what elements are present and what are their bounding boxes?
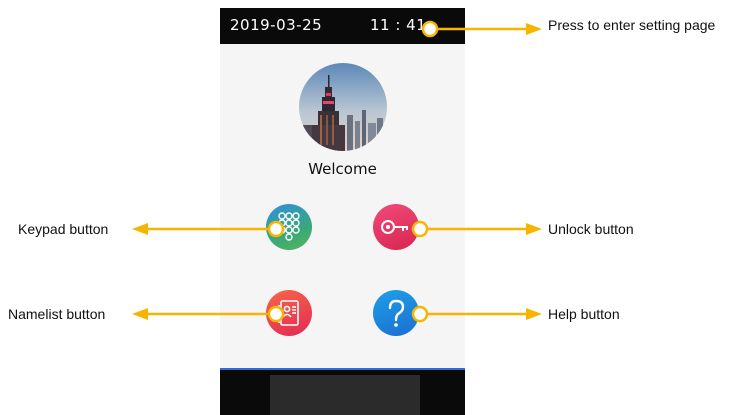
help-marker-dot <box>411 305 429 323</box>
help-annotation-label: Help button <box>548 306 620 322</box>
unlock-annotation-label: Unlock button <box>548 221 634 237</box>
namelist-annotation-label: Namelist button <box>8 306 106 322</box>
setting-arrowhead-icon <box>526 23 542 35</box>
namelist-arrowhead-icon <box>132 308 148 320</box>
annotation-layer <box>132 20 542 323</box>
help-arrowhead-icon <box>526 308 542 320</box>
keypad-annotation-label: Keypad button <box>18 221 109 237</box>
namelist-marker-dot <box>267 305 285 323</box>
unlock-marker-dot <box>411 220 429 238</box>
setting-annotation-label: Press to enter setting page <box>548 17 716 33</box>
setting-marker-dot <box>421 20 439 38</box>
keypad-arrowhead-icon <box>132 223 148 235</box>
keypad-marker-dot <box>267 220 285 238</box>
unlock-arrowhead-icon <box>526 223 542 235</box>
